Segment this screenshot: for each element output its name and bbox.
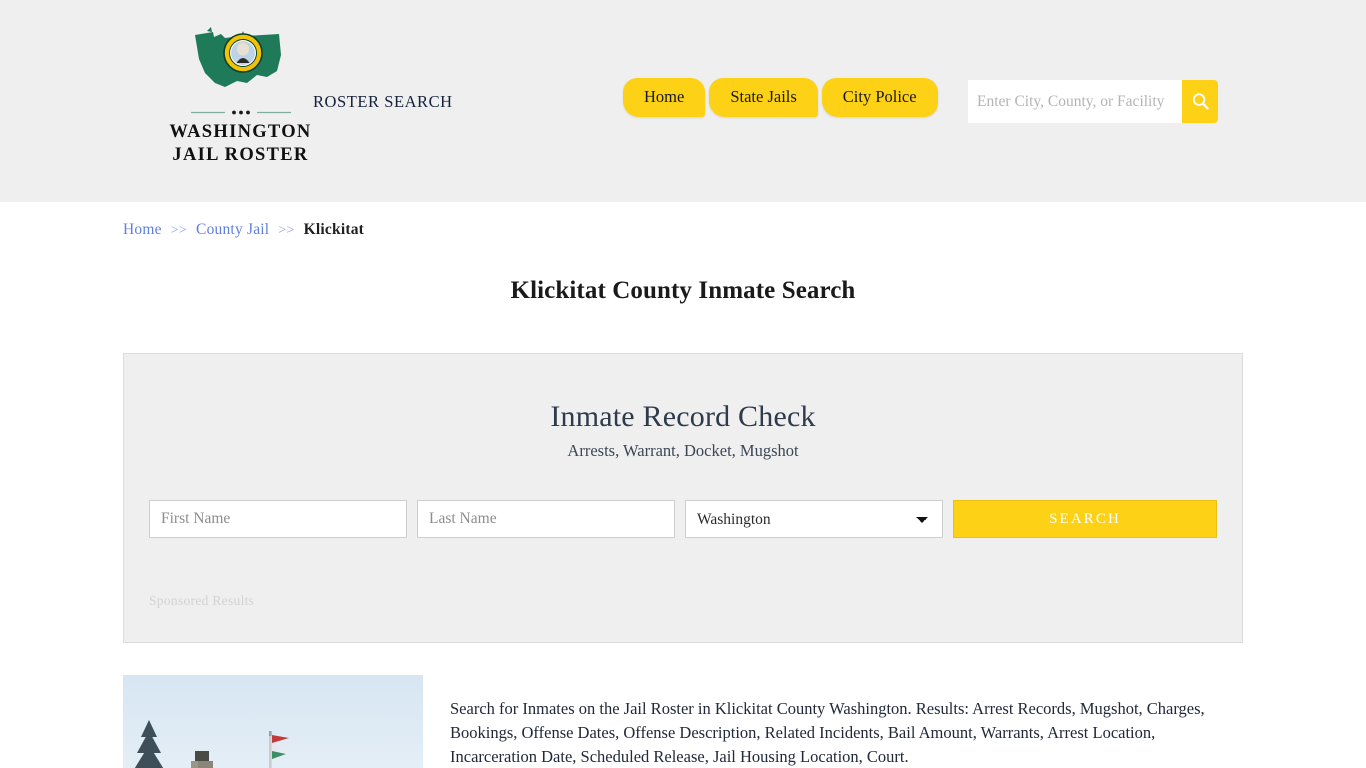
logo-text-line2: JAIL ROSTER [172,144,309,165]
content-section: Search for Inmates on the Jail Roster in… [123,675,1243,768]
logo-divider-icon [190,110,291,115]
logo-text-line1: WASHINGTON [169,122,312,142]
breadcrumb-separator: >> [278,223,295,238]
site-header: WASHINGTON JAIL ROSTER ROSTER SEARCH Hom… [0,0,1366,202]
search-submit-button[interactable]: SEARCH [953,500,1217,538]
state-select[interactable]: Washington [685,500,943,538]
header-search-button[interactable] [1182,80,1218,123]
header-search-input[interactable] [968,80,1183,123]
jail-photo-image [123,675,423,768]
inmate-record-check-card: Inmate Record Check Arrests, Warrant, Do… [123,353,1243,643]
site-logo[interactable]: WASHINGTON JAIL ROSTER [148,25,333,166]
header-search [968,80,1218,123]
breadcrumb-separator: >> [170,223,187,238]
sponsored-results-label: Sponsored Results [149,593,255,608]
nav-item-city-police[interactable]: City Police [821,78,938,118]
header-inner: WASHINGTON JAIL ROSTER ROSTER SEARCH Hom… [123,0,1243,202]
breadcrumb-item-home[interactable]: Home [123,221,162,238]
breadcrumb: Home >> County Jail >> Klickitat [123,202,1243,239]
breadcrumb-item-county-jail[interactable]: County Jail [196,221,269,238]
nav-item-home[interactable]: Home [623,78,706,118]
jail-photo[interactable] [123,675,423,768]
site-tagline: ROSTER SEARCH [313,92,453,111]
main-navigation: Home State Jails City Police [623,78,938,118]
page-title: Klickitat County Inmate Search [510,277,856,304]
washington-state-outline-seal-icon [194,27,281,87]
page-main: Home >> County Jail >> Klickitat Klickit… [123,202,1243,768]
last-name-input[interactable] [417,500,675,538]
search-icon [1192,93,1209,110]
breadcrumb-item-current: Klickitat [303,221,365,238]
card-title: Inmate Record Check [550,400,816,433]
nav-item-state-jails[interactable]: State Jails [709,78,818,118]
first-name-input[interactable] [149,500,407,538]
card-subtitle: Arrests, Warrant, Docket, Mugshot [567,441,799,460]
content-paragraph: Search for Inmates on the Jail Roster in… [450,698,1205,767]
inmate-search-form: Washington SEARCH [149,500,1217,538]
